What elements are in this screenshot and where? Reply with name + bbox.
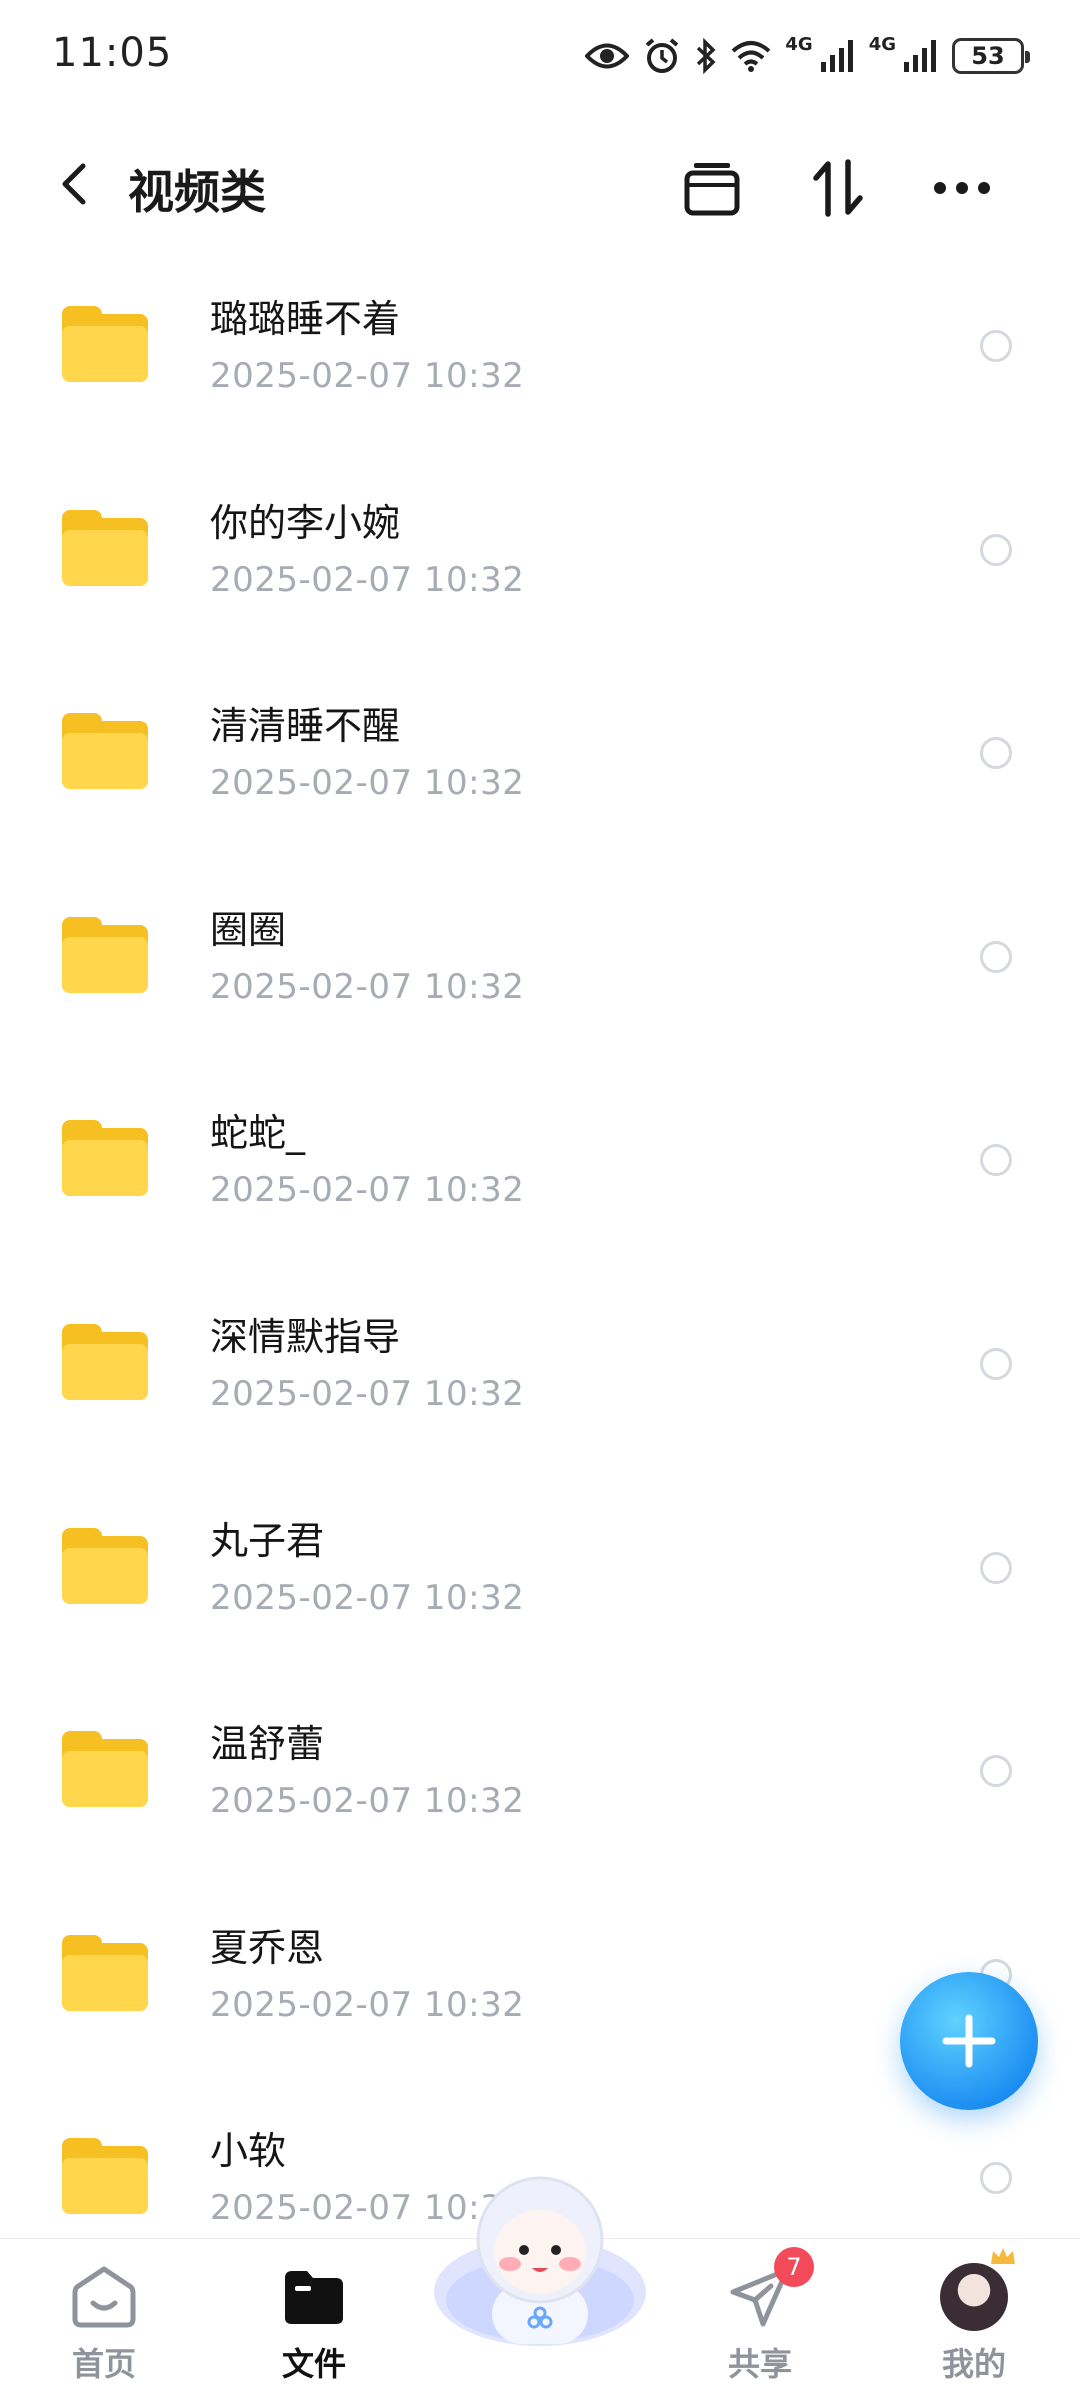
mascot-assistant-button[interactable] xyxy=(432,2172,648,2352)
nav-mine[interactable]: 我的 xyxy=(904,2248,1044,2391)
folder-icon xyxy=(62,1934,148,2011)
file-date: 2025-02-07 10:32 xyxy=(210,1577,525,1618)
file-name: 圈圈 xyxy=(210,907,287,952)
files-icon-wrap xyxy=(278,2261,350,2333)
folder-icon xyxy=(62,1527,148,1604)
home-icon-wrap xyxy=(68,2261,140,2333)
file-row[interactable]: 丸子君 2025-02-07 10:32 xyxy=(0,1462,1080,1666)
page-title: 视频类 xyxy=(128,165,266,219)
file-row[interactable]: 蛇蛇_ 2025-02-07 10:32 xyxy=(0,1054,1080,1258)
archive-box-icon xyxy=(684,163,740,216)
nav-share-label: 共享 xyxy=(727,2345,792,2383)
folder-icon xyxy=(62,1731,148,1808)
nav-files[interactable]: 文件 xyxy=(244,2261,384,2391)
eye-icon xyxy=(585,43,630,69)
nav-home[interactable]: 首页 xyxy=(34,2261,174,2391)
screen: 11:05 4G 4G 53 视频类 璐璐睡不着 2025-02-07 10:3… xyxy=(0,0,1080,2400)
wifi-icon xyxy=(732,41,771,72)
more-dots-icon xyxy=(934,182,990,194)
file-date: 2025-02-07 10:32 xyxy=(210,1373,525,1414)
file-date: 2025-02-07 10:32 xyxy=(210,356,525,396)
file-name: 蛇蛇_ xyxy=(210,1111,306,1156)
alarm-icon xyxy=(646,38,679,73)
file-row[interactable]: 你的李小婉 2025-02-07 10:32 xyxy=(0,444,1080,648)
sort-arrows-icon xyxy=(813,159,863,217)
signal-icon-1 xyxy=(820,40,853,72)
select-checkbox[interactable] xyxy=(980,737,1012,770)
battery-level: 53 xyxy=(971,42,1005,70)
status-time: 11:05 xyxy=(52,30,173,76)
plus-icon xyxy=(942,2014,996,2068)
file-row[interactable]: 圈圈 2025-02-07 10:32 xyxy=(0,851,1080,1055)
folder-icon xyxy=(62,916,148,993)
file-name: 小软 xyxy=(210,2129,287,2174)
share-icon-wrap: 7 xyxy=(724,2247,814,2333)
file-name: 夏乔恩 xyxy=(210,1925,325,1970)
file-date: 2025-02-07 10:32 xyxy=(210,1170,525,1211)
sort-button[interactable] xyxy=(806,156,870,220)
share-badge: 7 xyxy=(774,2247,814,2287)
nav-share[interactable]: 7 共享 xyxy=(690,2247,830,2391)
file-date: 2025-02-07 10:32 xyxy=(210,1781,525,1822)
status-icons: 4G 4G 53 xyxy=(585,32,1030,80)
file-name: 丸子君 xyxy=(210,1518,325,1563)
folder-icon xyxy=(62,713,148,790)
nav-files-label: 文件 xyxy=(281,2345,346,2383)
nav-home-label: 首页 xyxy=(71,2345,136,2383)
folder-icon xyxy=(62,306,148,382)
folder-icon xyxy=(62,1120,148,1197)
file-name: 璐璐睡不着 xyxy=(210,297,401,341)
file-date: 2025-02-07 10:32 xyxy=(210,763,525,804)
signal-icon-2 xyxy=(904,40,936,72)
network-label-2: 4G xyxy=(868,33,896,55)
select-checkbox[interactable] xyxy=(980,1144,1012,1177)
file-date: 2025-02-07 10:32 xyxy=(210,1984,525,2025)
folder-filled-icon xyxy=(285,2271,343,2324)
select-checkbox[interactable] xyxy=(980,1755,1012,1788)
chevron-left-icon xyxy=(62,163,86,205)
nav-mine-label: 我的 xyxy=(941,2345,1006,2383)
file-name: 清清睡不醒 xyxy=(210,704,401,749)
mascot-icon xyxy=(434,2176,646,2346)
file-row[interactable]: 温舒蕾 2025-02-07 10:32 xyxy=(0,1665,1080,1869)
mine-icon-wrap xyxy=(938,2248,1015,2333)
folder-icon xyxy=(62,509,148,586)
select-checkbox[interactable] xyxy=(980,330,1012,362)
file-row[interactable]: 璐璐睡不着 2025-02-07 10:32 xyxy=(0,240,1080,444)
crown-icon xyxy=(991,2248,1015,2264)
file-list: 璐璐睡不着 2025-02-07 10:32 你的李小婉 2025-02-07 … xyxy=(0,240,1080,2276)
select-checkbox[interactable] xyxy=(980,2162,1012,2195)
more-options-button[interactable] xyxy=(930,156,994,220)
file-date: 2025-02-07 10:32 xyxy=(210,966,525,1007)
folder-icon xyxy=(62,2138,148,2215)
avatar xyxy=(940,2248,1015,2331)
select-checkbox[interactable] xyxy=(980,533,1012,566)
back-button[interactable] xyxy=(48,158,100,210)
file-name: 你的李小婉 xyxy=(210,500,401,545)
header: 视频类 xyxy=(0,130,1080,240)
file-row[interactable]: 深情默指导 2025-02-07 10:32 xyxy=(0,1258,1080,1462)
folder-icon xyxy=(62,1323,148,1400)
select-checkbox[interactable] xyxy=(980,1347,1012,1380)
add-button[interactable] xyxy=(900,1972,1038,2110)
file-date: 2025-02-07 10:32 xyxy=(210,559,525,600)
select-checkbox[interactable] xyxy=(980,1551,1012,1584)
file-name: 深情默指导 xyxy=(210,1314,401,1359)
home-icon xyxy=(72,2266,136,2328)
file-name: 温舒蕾 xyxy=(210,1722,325,1767)
bluetooth-icon xyxy=(697,38,716,74)
archive-button[interactable] xyxy=(680,156,744,220)
status-bar: 11:05 4G 4G 53 xyxy=(0,0,1080,110)
network-label-1: 4G xyxy=(785,33,813,55)
battery-indicator: 53 xyxy=(952,38,1030,74)
file-row[interactable]: 清清睡不醒 2025-02-07 10:32 xyxy=(0,647,1080,851)
select-checkbox[interactable] xyxy=(980,940,1012,973)
